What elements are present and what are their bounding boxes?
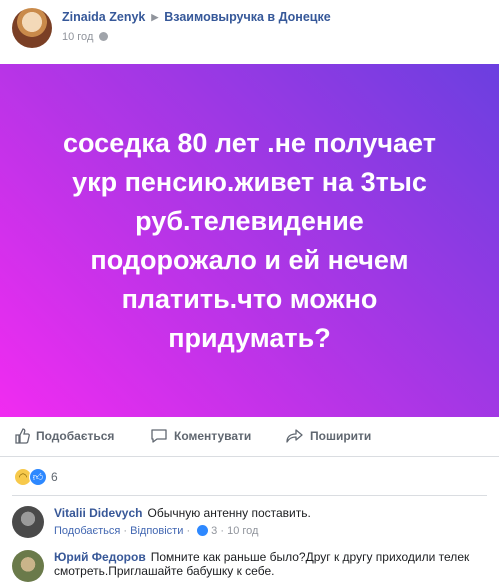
commenter-avatar[interactable] bbox=[12, 550, 44, 582]
comment-author[interactable]: Юрий Федоров bbox=[54, 550, 146, 564]
comment-actions: Подобається · Відповісти · 3 · 10 год bbox=[54, 525, 487, 537]
post-meta: 10 год bbox=[62, 31, 109, 43]
post-text: соседка 80 лет .не получает укр пенсию.ж… bbox=[63, 127, 436, 353]
comment-button-label: Коментувати bbox=[174, 429, 252, 443]
post-author-link[interactable]: Zinaida Zenyk bbox=[62, 10, 145, 24]
comment-button[interactable]: Коментувати bbox=[150, 428, 251, 444]
comment-like-link[interactable]: Подобається bbox=[54, 525, 120, 537]
like-button[interactable]: Подобається bbox=[14, 428, 114, 444]
comment-body: Юрий Федоров Помните как раньше было?Друг… bbox=[54, 550, 487, 578]
like-button-label: Подобається bbox=[36, 429, 115, 443]
comment-timestamp[interactable]: 10 год bbox=[227, 525, 258, 537]
post-action-bar: Подобається Коментувати Поширити bbox=[0, 420, 499, 457]
globe-icon[interactable] bbox=[99, 32, 109, 41]
comment-like-count[interactable]: 3 bbox=[211, 525, 217, 537]
like-icon: 👍︎ bbox=[29, 468, 47, 486]
share-arrow-icon bbox=[286, 429, 303, 443]
reactions-summary[interactable]: ◠ 👍︎ 6 bbox=[14, 468, 58, 486]
comment-body: Vitalii Didevych Обычную антенну поставит… bbox=[54, 506, 487, 537]
dot-separator: · bbox=[186, 525, 194, 537]
post-group-link[interactable]: Взаимовыручка в Донецке bbox=[164, 10, 330, 24]
comment-reply-link[interactable]: Відповісти bbox=[130, 525, 183, 537]
post-timestamp[interactable]: 10 год bbox=[62, 31, 93, 43]
reaction-count: 6 bbox=[51, 470, 58, 484]
post-header-line: Zinaida Zenyk ▶ Взаимовыручка в Донецке bbox=[62, 10, 331, 24]
commenter-avatar[interactable] bbox=[12, 506, 44, 538]
share-button-label: Поширити bbox=[310, 429, 372, 443]
post-background-image[interactable]: соседка 80 лет .не получает укр пенсию.ж… bbox=[0, 64, 499, 417]
post-header: Zinaida Zenyk ▶ Взаимовыручка в Донецке 10… bbox=[0, 0, 499, 56]
like-icon bbox=[197, 525, 209, 536]
thumbs-up-icon bbox=[15, 428, 30, 444]
comments-divider bbox=[12, 495, 487, 496]
comment-author[interactable]: Vitalii Didevych bbox=[54, 506, 142, 520]
speech-bubble-icon bbox=[151, 429, 167, 443]
arrow-right-icon: ▶ bbox=[151, 12, 159, 22]
comment-text: Обычную антенну поставить. bbox=[147, 506, 311, 520]
share-button[interactable]: Поширити bbox=[286, 428, 371, 444]
author-avatar[interactable] bbox=[12, 8, 52, 48]
